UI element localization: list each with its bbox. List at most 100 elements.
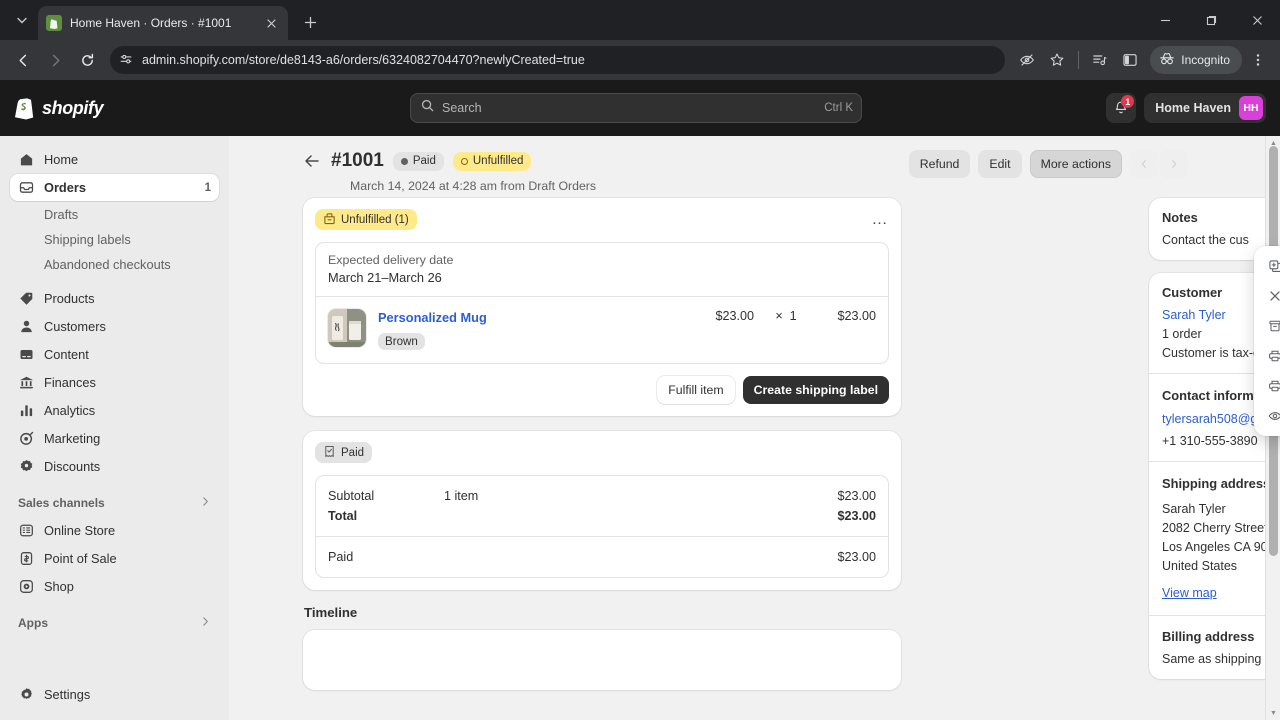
fulfill-item-button[interactable]: Fulfill item <box>657 376 735 404</box>
multiply-symbol: × <box>775 309 783 323</box>
sidebar-item-discounts[interactable]: Discounts <box>10 453 219 480</box>
next-order-button[interactable] <box>1160 150 1188 178</box>
left-cards: Unfulfilled (1) … Expected delivery date… <box>303 198 901 705</box>
sidebar-sub-label: Abandoned checkouts <box>44 257 171 272</box>
menu-item-print-packing-slips[interactable]: Print packing slips <box>1259 371 1280 401</box>
divider <box>1149 461 1280 462</box>
scroll-down-arrow-icon[interactable]: ▼ <box>1266 706 1280 720</box>
notification-badge: 1 <box>1121 95 1135 108</box>
sidebar-item-shipping-labels[interactable]: Shipping labels <box>10 227 219 252</box>
product-thumbnail[interactable] <box>328 309 366 347</box>
sidebar-item-home[interactable]: Home <box>10 146 219 173</box>
previous-order-button[interactable] <box>1130 150 1158 178</box>
more-actions-menu: Duplicate Cancel order Archive <box>1254 246 1280 436</box>
eye-slash-icon[interactable] <box>1013 46 1041 74</box>
expected-delivery: Expected delivery date March 21–March 26 <box>316 243 888 297</box>
sidebar-item-online-store[interactable]: Online Store <box>10 517 219 544</box>
sidebar-item-drafts[interactable]: Drafts <box>10 202 219 227</box>
fulfillment-card: Unfulfilled (1) … Expected delivery date… <box>303 198 901 416</box>
megaphone-target-icon <box>18 430 35 447</box>
printer-icon <box>1267 348 1280 364</box>
status-badge-label: Unfulfilled <box>472 155 524 167</box>
store-name: Home Haven <box>1155 101 1231 115</box>
sidebar-item-marketing[interactable]: Marketing <box>10 425 219 452</box>
notifications-button[interactable]: 1 <box>1106 93 1137 123</box>
summary-value: $23.00 <box>837 509 876 523</box>
payment-card-header: Paid <box>315 442 889 463</box>
sidebar-item-label: Home <box>44 152 79 167</box>
search-input[interactable]: Search Ctrl K <box>410 93 862 123</box>
page-body: Home Orders 1 Drafts Shipping labels Aba… <box>0 136 1280 720</box>
sidebar-item-customers[interactable]: Customers <box>10 313 219 340</box>
media-playlist-icon[interactable] <box>1086 46 1114 74</box>
search-shortcut: Ctrl K <box>824 102 853 114</box>
edit-button[interactable]: Edit <box>978 150 1022 178</box>
sidebar-item-shop[interactable]: Shop <box>10 573 219 600</box>
status-dot-icon <box>400 157 408 165</box>
reload-icon[interactable] <box>72 45 102 75</box>
summary-label: Paid <box>328 550 354 564</box>
sidebar-item-label: Finances <box>44 375 96 390</box>
fulfillment-actions: Fulfill item Create shipping label <box>315 376 889 404</box>
bank-icon <box>18 374 35 391</box>
browser-tab[interactable]: Home Haven · Orders · #1001 <box>38 6 288 40</box>
sidebar-item-label: Online Store <box>44 523 116 538</box>
totals-section: Subtotal 1 item $23.00 Total $23.00 <box>316 476 888 536</box>
back-arrow-icon[interactable] <box>303 152 323 172</box>
sidebar-item-point-of-sale[interactable]: Point of Sale <box>10 545 219 572</box>
sidebar-item-analytics[interactable]: Analytics <box>10 397 219 424</box>
fulfillment-more-icon[interactable]: … <box>872 211 890 227</box>
expected-delivery-value: March 21–March 26 <box>328 270 442 285</box>
sidebar-item-abandoned-checkouts[interactable]: Abandoned checkouts <box>10 252 219 277</box>
sidebar-item-label: Content <box>44 347 89 362</box>
menu-item-view-order-status-page[interactable]: View order status page <box>1259 401 1280 431</box>
shopify-logo[interactable]: shopify <box>14 97 254 120</box>
menu-item-duplicate[interactable]: Duplicate <box>1259 251 1280 281</box>
sidebar-item-finances[interactable]: Finances <box>10 369 219 396</box>
status-badge-paid: Paid <box>315 442 373 463</box>
menu-item-archive[interactable]: Archive <box>1259 311 1280 341</box>
menu-item-print-order-page[interactable]: Print order page <box>1259 341 1280 371</box>
product-link[interactable]: Personalized Mug <box>378 310 487 325</box>
bookmark-star-icon[interactable] <box>1043 46 1071 74</box>
incognito-badge[interactable]: Incognito <box>1150 46 1242 74</box>
page-title: #1001 <box>331 150 384 171</box>
order-pagination <box>1130 150 1188 178</box>
create-shipping-label-button[interactable]: Create shipping label <box>742 376 889 404</box>
kebab-menu-icon[interactable] <box>1244 46 1272 74</box>
window-maximize-button[interactable] <box>1188 0 1234 40</box>
store-switcher[interactable]: Home Haven HH <box>1144 93 1266 123</box>
tab-close-icon[interactable] <box>262 14 280 32</box>
sidebar-item-products[interactable]: Products <box>10 285 219 312</box>
shipping-address-title: Shipping address <box>1162 476 1271 491</box>
sidebar-item-label: Analytics <box>44 403 96 418</box>
sidebar-item-orders[interactable]: Orders 1 <box>10 174 219 201</box>
sidebar-item-settings[interactable]: Settings <box>10 681 219 708</box>
sidebar-group-sales-channels[interactable]: Sales channels <box>10 489 219 517</box>
new-tab-button[interactable] <box>296 8 324 36</box>
quantity: × 1 <box>766 309 806 323</box>
package-icon <box>323 212 336 228</box>
search-icon <box>421 99 434 117</box>
customer-link[interactable]: Sarah Tyler <box>1162 308 1226 322</box>
menu-item-cancel-order[interactable]: Cancel order <box>1259 281 1280 311</box>
more-actions-button[interactable]: More actions <box>1029 150 1122 178</box>
orders-inbox-icon <box>18 179 35 196</box>
sidebar-item-content[interactable]: Content <box>10 341 219 368</box>
window-close-button[interactable] <box>1234 0 1280 40</box>
back-arrow-icon[interactable] <box>8 45 38 75</box>
summary-value: $23.00 <box>837 489 876 503</box>
forward-arrow-icon[interactable] <box>40 45 70 75</box>
tune-icon[interactable] <box>118 46 134 74</box>
sidebar-group-apps[interactable]: Apps <box>10 609 219 637</box>
split-view-icon[interactable] <box>1116 46 1144 74</box>
address-bar[interactable]: admin.shopify.com/store/de8143-a6/orders… <box>110 46 1006 74</box>
view-map-link[interactable]: View map <box>1162 586 1217 600</box>
variant-badge: Brown <box>378 333 425 350</box>
status-badge-fulfillment: Unfulfilled <box>452 151 532 171</box>
refund-button[interactable]: Refund <box>908 150 971 178</box>
tab-search-icon[interactable] <box>8 6 36 34</box>
window-minimize-button[interactable] <box>1142 0 1188 40</box>
status-badge-label: Unfulfilled (1) <box>341 213 409 226</box>
tab-title: Home Haven · Orders · #1001 <box>70 16 232 30</box>
